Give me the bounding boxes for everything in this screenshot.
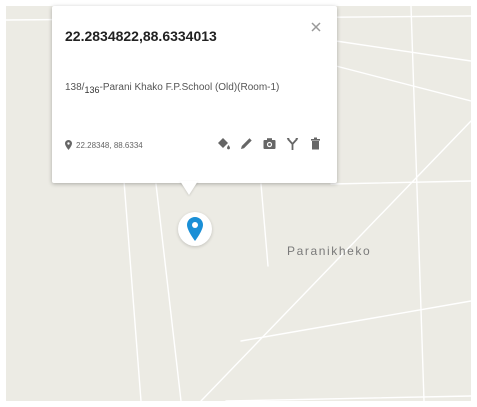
popup-actions — [216, 136, 323, 151]
close-button[interactable] — [309, 20, 323, 34]
road — [155, 183, 182, 401]
directions-button[interactable] — [285, 136, 300, 151]
pin-icon — [65, 140, 72, 150]
coordinates-row: 22.28348, 88.6334 — [65, 140, 143, 150]
description-prefix: 138/ — [65, 82, 85, 93]
popup-title: 22.2834822,88.6334013 — [65, 28, 217, 44]
edit-button[interactable] — [239, 136, 254, 151]
road — [410, 6, 425, 401]
road — [335, 40, 471, 62]
trash-icon — [311, 137, 320, 150]
place-label: Paranikheko — [287, 244, 372, 258]
pencil-icon — [241, 138, 252, 149]
description-text: -Parani Khako F.P.School (Old)(Room-1) — [99, 82, 280, 93]
style-button[interactable] — [216, 136, 231, 151]
location-marker[interactable] — [178, 212, 212, 246]
photo-button[interactable] — [262, 136, 277, 151]
info-popup: 22.2834822,88.6334013 138/136-Parani Kha… — [52, 6, 337, 183]
popup-pointer — [180, 181, 198, 195]
map-pin-icon — [187, 217, 203, 241]
camera-icon — [263, 138, 276, 149]
road — [123, 180, 142, 401]
road — [225, 395, 471, 401]
screenshot-frame: Paranikheko 22.2834822,88.6334013 138/13… — [0, 0, 477, 407]
delete-button[interactable] — [308, 136, 323, 151]
road — [260, 183, 269, 267]
road — [335, 65, 471, 102]
popup-description: 138/136-Parani Khako F.P.School (Old)(Ro… — [65, 82, 280, 95]
coordinates-text: 22.28348, 88.6334 — [76, 140, 143, 150]
close-icon — [311, 22, 321, 32]
description-subscript: 136 — [84, 85, 100, 95]
road — [240, 300, 471, 342]
road — [330, 180, 471, 185]
paint-bucket-icon — [218, 138, 230, 150]
fork-icon — [286, 138, 299, 150]
